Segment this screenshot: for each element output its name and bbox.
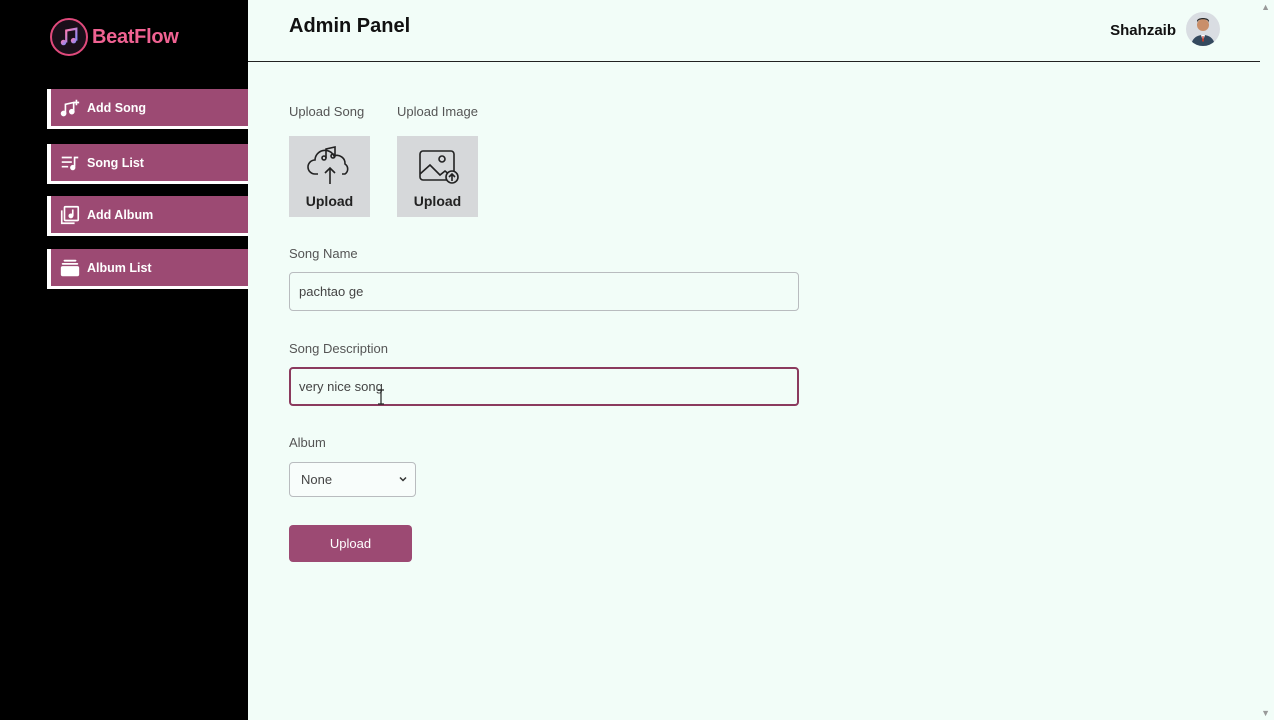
song-description-input[interactable]: very nice song bbox=[289, 367, 799, 406]
sidebar-item-album-list[interactable]: Album List bbox=[47, 249, 248, 289]
song-name-label: Song Name bbox=[289, 246, 358, 261]
upload-image-dropzone[interactable]: Upload bbox=[397, 136, 478, 217]
upload-submit-button[interactable]: Upload bbox=[289, 525, 412, 562]
scroll-up-icon[interactable]: ▲ bbox=[1261, 2, 1270, 12]
top-header: Admin Panel Shahzaib bbox=[248, 0, 1260, 62]
album-stack-icon bbox=[59, 257, 81, 279]
song-description-label: Song Description bbox=[289, 341, 388, 356]
page-title: Admin Panel bbox=[289, 15, 411, 37]
brand-name: BeatFlow bbox=[92, 25, 179, 48]
album-select-value: None bbox=[301, 472, 333, 487]
image-upload-icon bbox=[416, 148, 460, 191]
song-name-input[interactable]: pachtao ge bbox=[289, 272, 799, 311]
sidebar-item-label: Add Song bbox=[87, 100, 147, 115]
sidebar-item-add-album[interactable]: Add Album bbox=[47, 196, 248, 236]
upload-song-label: Upload Song bbox=[289, 104, 365, 119]
upload-song-text: Upload bbox=[305, 193, 354, 209]
sidebar-item-label: Add Album bbox=[87, 207, 154, 222]
album-select[interactable]: None bbox=[289, 462, 416, 497]
sidebar-item-label: Album List bbox=[87, 260, 152, 275]
sidebar: BeatFlow Add Song Song List Add Album Al… bbox=[0, 0, 248, 720]
music-note-icon bbox=[50, 18, 88, 56]
upload-image-text: Upload bbox=[413, 193, 462, 209]
playlist-icon bbox=[59, 152, 81, 174]
scroll-down-icon[interactable]: ▼ bbox=[1261, 708, 1270, 718]
sidebar-item-song-list[interactable]: Song List bbox=[47, 144, 248, 184]
sidebar-item-label: Song List bbox=[87, 155, 144, 170]
upload-image-label: Upload Image bbox=[397, 104, 478, 119]
chevron-down-icon bbox=[399, 476, 407, 482]
music-note-plus-icon bbox=[59, 97, 81, 119]
album-label: Album bbox=[289, 435, 326, 450]
album-add-icon bbox=[59, 204, 81, 226]
text-cursor-icon bbox=[378, 389, 384, 405]
user-name: Shahzaib bbox=[1110, 22, 1176, 39]
upload-song-dropzone[interactable]: Upload bbox=[289, 136, 370, 217]
sidebar-item-add-song[interactable]: Add Song bbox=[47, 89, 248, 129]
cloud-upload-music-icon bbox=[306, 144, 354, 191]
avatar[interactable] bbox=[1186, 12, 1220, 46]
brand-logo[interactable]: BeatFlow bbox=[50, 17, 179, 57]
